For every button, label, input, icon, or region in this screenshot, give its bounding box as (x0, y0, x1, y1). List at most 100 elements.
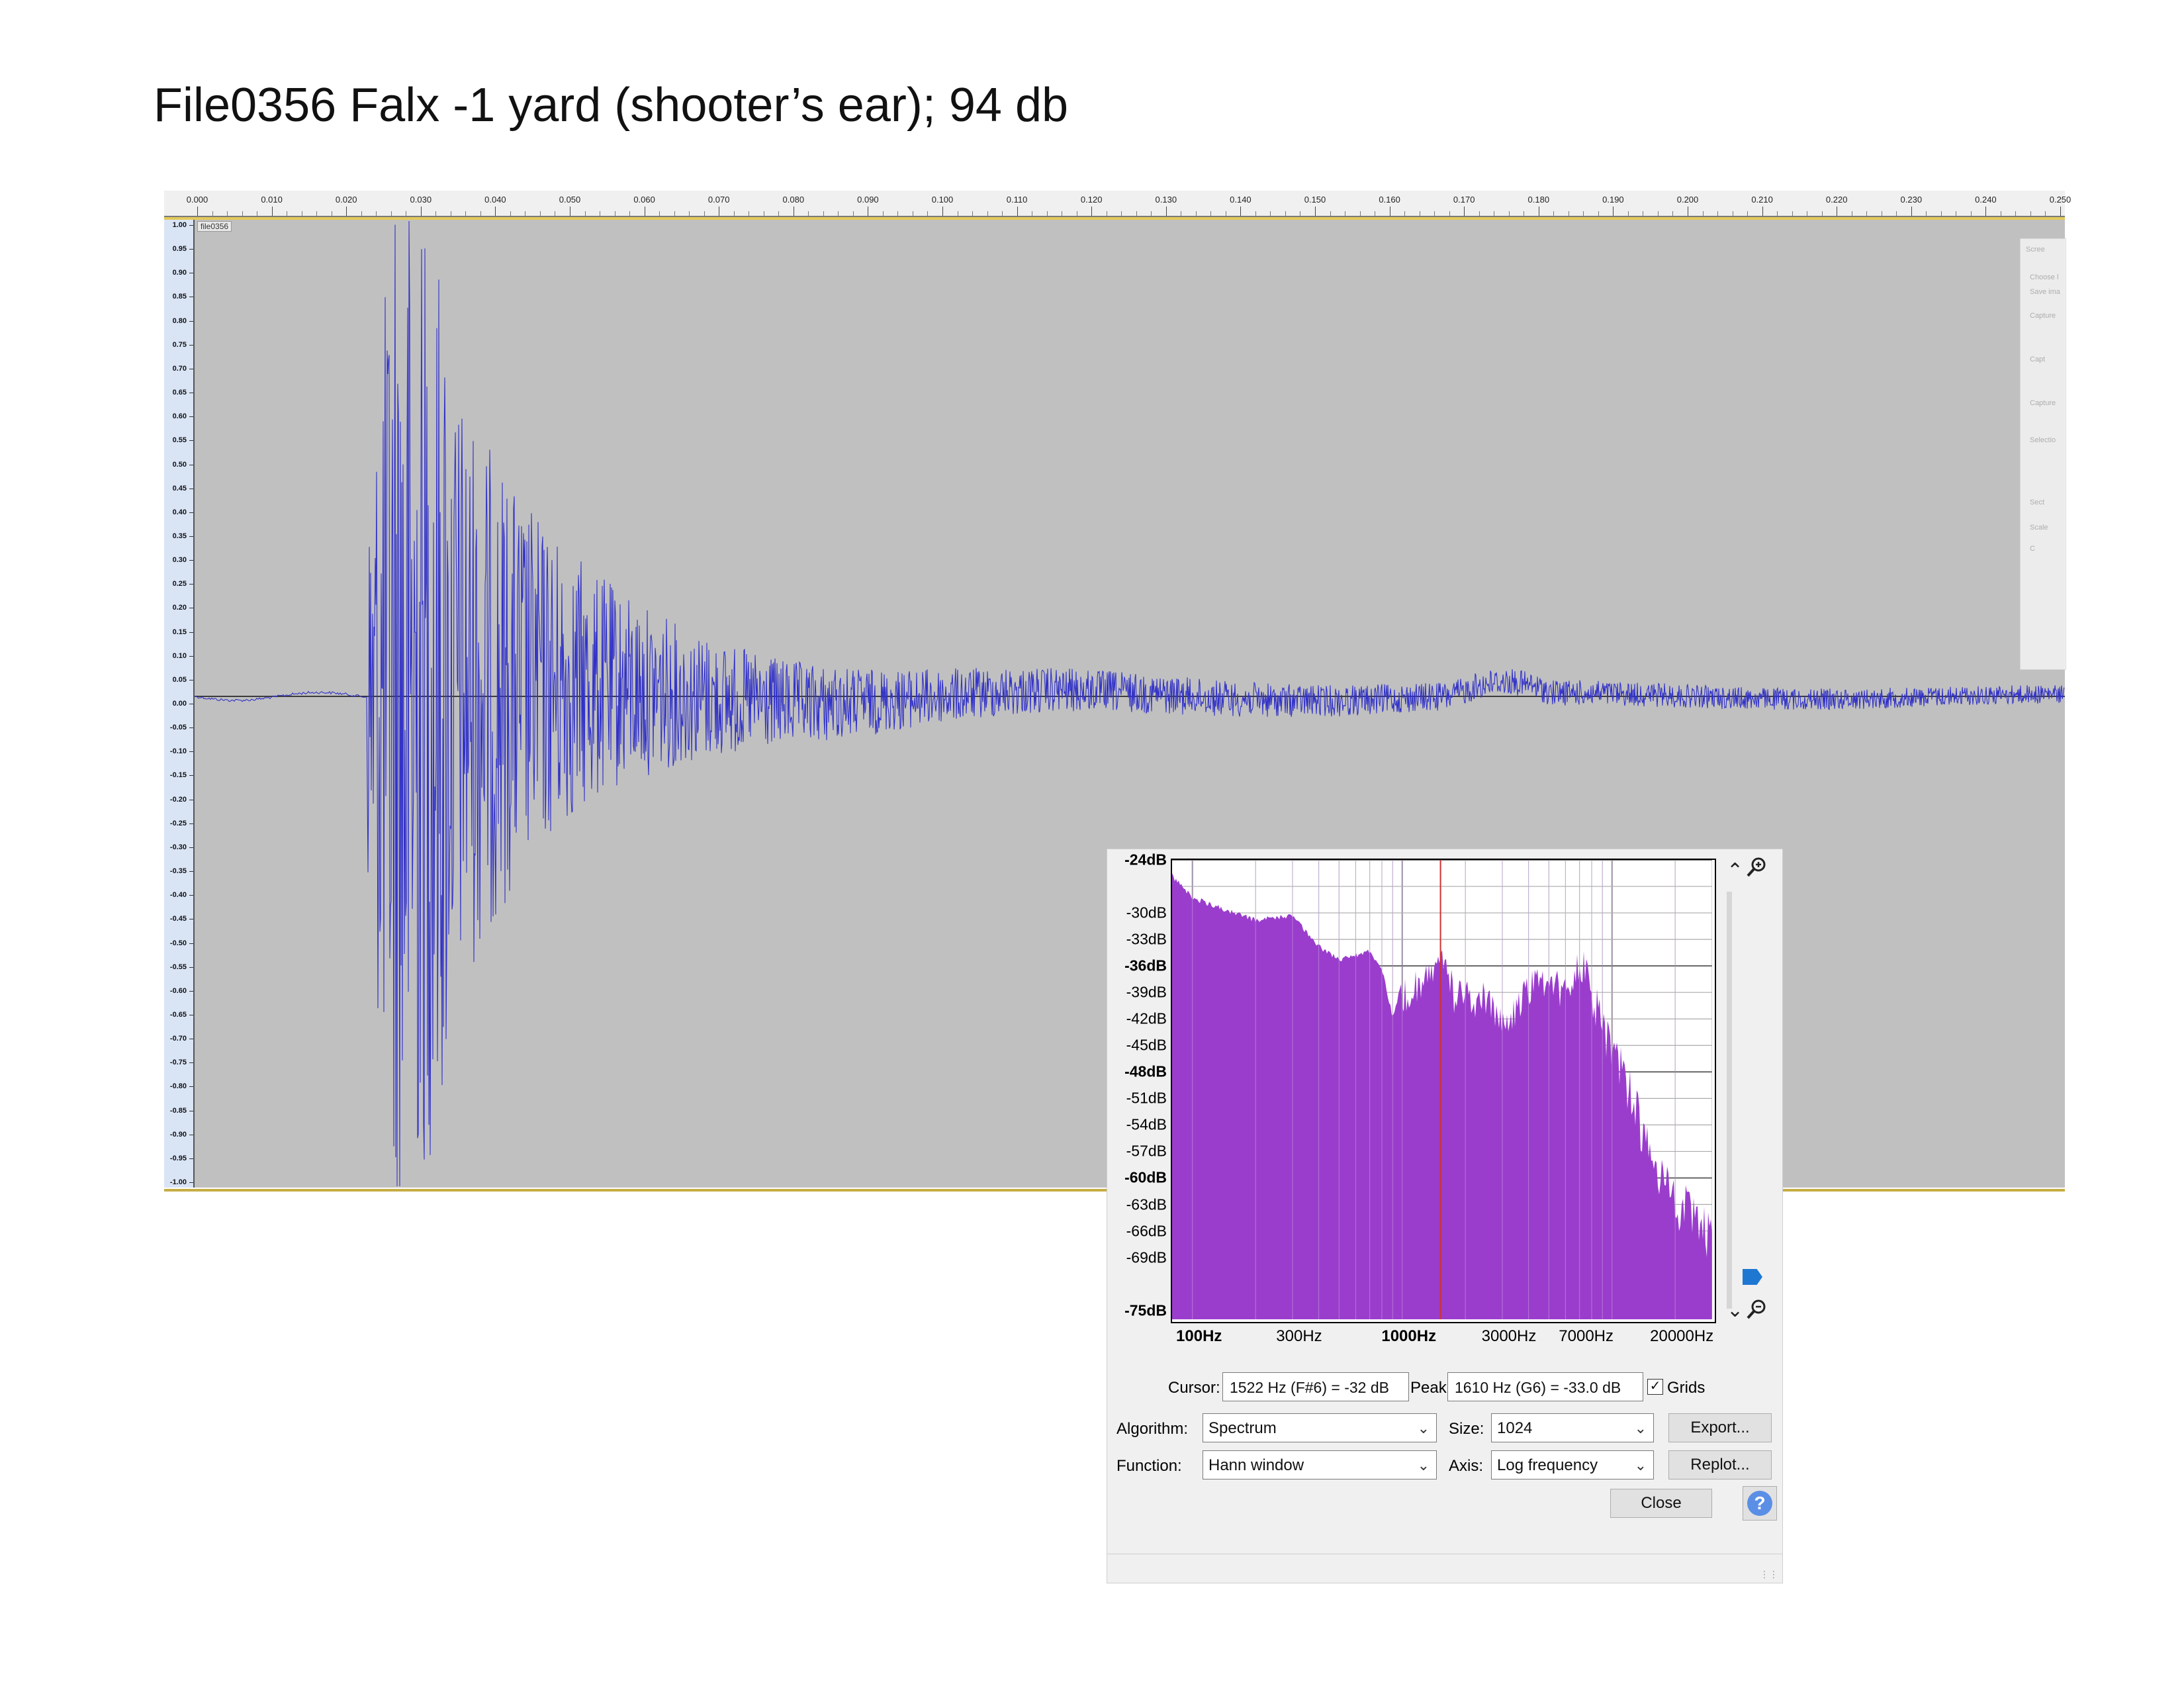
size-label: Size: (1449, 1420, 1484, 1438)
resize-grip-icon[interactable]: ⋮⋮ (1760, 1569, 1778, 1580)
page-title: File0356 Falx -1 yard (shooter’s ear); 9… (154, 79, 1069, 132)
ghost-line: Sect (2030, 498, 2045, 506)
timeline-tick-label: 0.170 (1453, 195, 1475, 205)
axis-label: Axis: (1449, 1457, 1484, 1475)
timeline-tick-label: 0.180 (1527, 195, 1550, 205)
timeline-tick-label: 0.110 (1006, 195, 1028, 205)
timeline-minor-tick (1404, 211, 1406, 216)
hz-tick-label: 1000Hz (1381, 1327, 1437, 1345)
function-label: Function: (1116, 1457, 1182, 1475)
axis-select[interactable]: Log frequency ⌄ (1491, 1450, 1654, 1479)
db-tick-label: -57dB (1126, 1142, 1167, 1160)
timeline-tick-label: 0.250 (2049, 195, 2071, 205)
function-select[interactable]: Hann window ⌄ (1203, 1450, 1437, 1479)
timeline-tick-label: 0.060 (633, 195, 655, 205)
timeline-minor-tick (704, 211, 705, 216)
timeline-minor-tick (838, 211, 839, 216)
timeline-minor-tick (1777, 211, 1778, 216)
timeline-tick-label: 0.090 (857, 195, 879, 205)
spectrum-svg[interactable] (1172, 860, 1712, 1319)
timeline-minor-tick (852, 211, 854, 216)
timeline-minor-tick (1553, 211, 1555, 216)
amplitude-tick-label: 0.75 (172, 340, 187, 349)
track-name[interactable]: file0356 (197, 221, 232, 232)
timeline-tick-mark (942, 207, 943, 216)
ghost-line: Capture (2030, 399, 2056, 407)
zoom-slider-handle[interactable] (1743, 1269, 1762, 1285)
peak-label: Peak: (1410, 1379, 1451, 1397)
timeline-minor-tick (376, 211, 377, 216)
amplitude-tick-label: -0.35 (169, 867, 187, 876)
grids-checkbox[interactable]: ✓ (1647, 1379, 1663, 1395)
amplitude-tick-mark (189, 751, 193, 753)
algorithm-select[interactable]: Spectrum ⌄ (1203, 1413, 1437, 1442)
algorithm-value: Spectrum (1208, 1419, 1277, 1437)
help-button[interactable]: ? (1743, 1486, 1777, 1521)
timeline-tick-mark (1762, 207, 1763, 216)
scroll-down-icon[interactable]: ⌄ (1727, 1301, 1743, 1321)
timeline-minor-tick (1717, 211, 1719, 216)
timeline-minor-tick (2015, 211, 2017, 216)
zoom-slider-track[interactable] (1727, 892, 1732, 1309)
db-tick-label: -33dB (1126, 930, 1167, 948)
ghost-line: Save ima (2030, 288, 2060, 296)
amplitude-tick-mark (189, 990, 193, 992)
amplitude-tick-label: -0.70 (169, 1035, 187, 1043)
amplitude-tick-label: 0.15 (172, 628, 187, 636)
timeline-minor-tick (629, 211, 631, 216)
timeline-minor-tick (1046, 211, 1048, 216)
amplitude-tick-mark (189, 847, 193, 848)
amplitude-ruler[interactable]: 1.00 0.95 0.90 0.85 0.80 0.75 0.70 0.65 0.60 0.55… (164, 220, 195, 1188)
ghost-line: Choose l (2030, 273, 2059, 281)
peak-readout: 1610 Hz (G6) = -33.0 dB (1447, 1372, 1643, 1401)
timeline-minor-tick (1657, 211, 1659, 216)
amplitude-tick-mark (189, 727, 193, 729)
zoom-out-icon[interactable] (1745, 1298, 1768, 1325)
amplitude-tick-mark (189, 512, 193, 513)
timeline-minor-tick (316, 211, 318, 216)
db-tick-label: -54dB (1126, 1115, 1167, 1133)
background-screenshot-dialog: Scree Choose l Save ima Capture Capt Capture… (2020, 238, 2066, 670)
timeline-tick-mark (346, 207, 347, 216)
amplitude-tick-label: -0.45 (169, 915, 187, 923)
amplitude-tick-label: -0.30 (169, 843, 187, 851)
timeline-minor-tick (510, 211, 511, 216)
close-button[interactable]: Close (1610, 1489, 1712, 1518)
timeline-tick-mark (1911, 207, 1912, 216)
timeline-ruler[interactable]: 0.000 0.010 0.020 0.030 0.040 0.050 0.060 0.070… (164, 191, 2071, 217)
timeline-minor-tick (659, 211, 660, 216)
timeline-tick-label: 0.130 (1155, 195, 1177, 205)
amplitude-tick-label: -1.00 (169, 1178, 187, 1186)
amplitude-tick-label: 0.35 (172, 532, 187, 540)
zoom-in-icon[interactable] (1745, 856, 1768, 882)
spectrum-plot[interactable] (1171, 859, 1716, 1323)
timeline-minor-tick (1627, 211, 1629, 216)
timeline-minor-tick (2030, 211, 2031, 216)
scroll-up-icon[interactable]: ⌃ (1727, 861, 1743, 881)
axis-value: Log frequency (1497, 1456, 1598, 1474)
spectrum-area (1172, 873, 1712, 1319)
timeline-tick-label: 0.070 (707, 195, 730, 205)
amplitude-tick-mark (189, 1062, 193, 1064)
timeline-minor-tick (1598, 211, 1599, 216)
amplitude-tick-label: -0.80 (169, 1082, 187, 1091)
amplitude-tick-label: -0.05 (169, 724, 187, 732)
amplitude-tick-mark (189, 943, 193, 944)
timeline-tick-mark (1091, 207, 1093, 216)
timeline-minor-tick (1449, 211, 1450, 216)
timeline-minor-tick (733, 211, 735, 216)
size-select[interactable]: 1024 ⌄ (1491, 1413, 1654, 1442)
replot-button[interactable]: Replot... (1668, 1450, 1772, 1479)
timeline-tick-mark (1017, 207, 1018, 216)
timeline-tick-label: 0.240 (1975, 195, 1997, 205)
timeline-minor-tick (1926, 211, 1927, 216)
timeline-minor-tick (1255, 211, 1256, 216)
timeline-tick-mark (1985, 207, 1987, 216)
timeline-minor-tick (1747, 211, 1749, 216)
amplitude-tick-label: 0.90 (172, 269, 187, 277)
timeline-minor-tick (1270, 211, 1271, 216)
ghost-line: Capture (2030, 312, 2056, 320)
timeline-minor-tick (361, 211, 362, 216)
timeline-minor-tick (1821, 211, 1823, 216)
export-button[interactable]: Export... (1668, 1413, 1772, 1442)
